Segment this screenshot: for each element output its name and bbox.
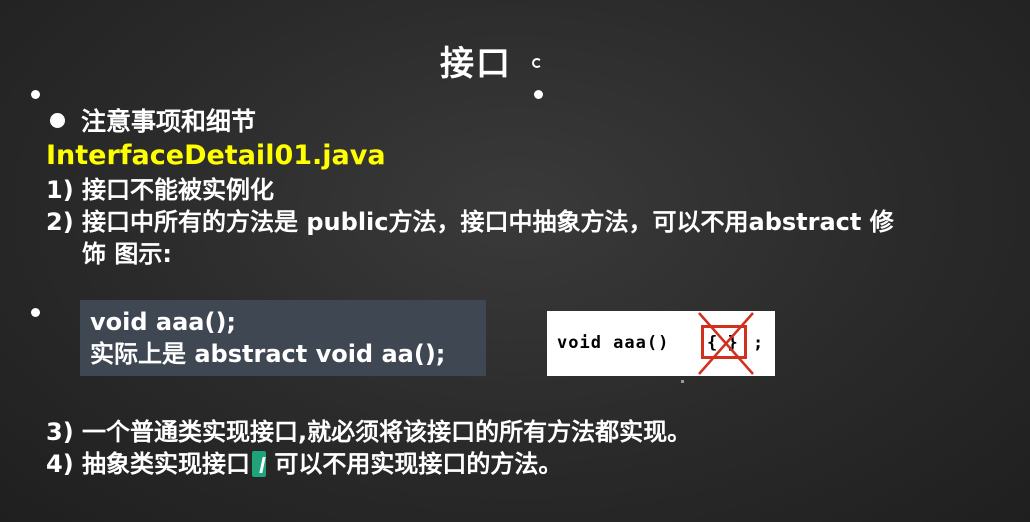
point-4-text-before: 4) 抽象类实现接口 — [46, 450, 251, 478]
rotate-handle-icon[interactable] — [532, 58, 542, 68]
slide-body: 注意事项和细节 InterfaceDetail01.java 1) 接口不能被实… — [46, 102, 1026, 270]
point-2-continuation: 饰 图示: — [82, 240, 172, 268]
point-4-text-after: 可以不用实现接口的方法。 — [274, 450, 563, 478]
point-1: 1) 接口不能被实例化 — [46, 176, 275, 204]
bullet-heading-line: 注意事项和细节 — [46, 102, 1026, 138]
point-3: 3) 一个普通类实现接口,就必须将该接口的所有方法都实现。 — [46, 418, 692, 446]
diagram-code: void aaa() — [557, 333, 670, 353]
selection-handle-left-mid[interactable] — [31, 308, 40, 317]
method-body-diagram: void aaa() { } ; — [547, 311, 775, 376]
tick-mark — [681, 380, 684, 383]
selection-handle-left-top[interactable] — [31, 90, 40, 99]
code-box: void aaa(); 实际上是 abstract void aa(); — [80, 300, 486, 376]
code-line-2: 实际上是 abstract void aa(); — [90, 340, 446, 368]
point-2-text: 2) 接口中所有的方法是 public方法，接口中抽象方法，可以不用abstra… — [46, 208, 894, 236]
text-cursor-icon[interactable] — [252, 451, 267, 477]
cross-out-icon — [698, 312, 754, 375]
point-2: 2) 接口中所有的方法是 public方法，接口中抽象方法，可以不用abstra… — [46, 206, 1026, 270]
selection-handle-top[interactable] — [534, 90, 543, 99]
bottom-points: 3) 一个普通类实现接口,就必须将该接口的所有方法都实现。 4) 抽象类实现接口… — [46, 416, 691, 480]
file-name: InterfaceDetail01.java — [46, 140, 386, 171]
bullet-dot-icon — [50, 112, 65, 128]
slide-title: 接口 — [440, 44, 512, 84]
point-4: 4) 抽象类实现接口 可以不用实现接口的方法。 — [46, 448, 691, 480]
bullet-heading: 注意事项和细节 — [81, 107, 257, 136]
code-line-1: void aaa(); — [90, 308, 237, 336]
